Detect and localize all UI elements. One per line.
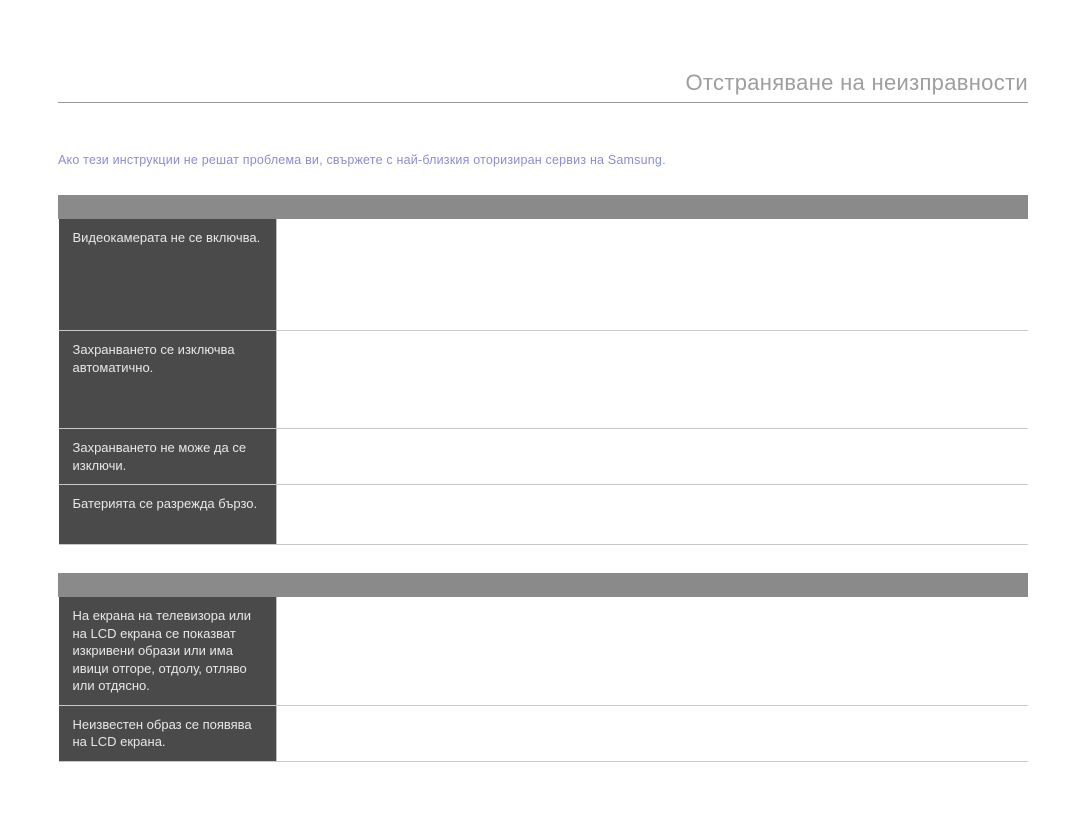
title-rule: Отстраняване на неизправности: [58, 70, 1028, 103]
table2-head-solution: [277, 574, 1028, 597]
solution-cell: [277, 597, 1028, 706]
document-page: Отстраняване на неизправности Ако тези и…: [0, 0, 1080, 802]
solution-cell: [277, 219, 1028, 331]
table-gap: [58, 545, 1028, 573]
table-row: Захранването се изключва автоматично.: [59, 331, 1028, 429]
table1-head-solution: [277, 196, 1028, 219]
solution-cell: [277, 485, 1028, 545]
page-number: [1043, 757, 1046, 769]
troubleshoot-table-2: На екрана на телевизора или на LCD екран…: [58, 573, 1028, 762]
table2-head-row: [59, 574, 1028, 597]
intro-small-text: [58, 131, 1028, 145]
page-title: Отстраняване на неизправности: [685, 70, 1028, 95]
solution-cell: [277, 705, 1028, 761]
solution-cell: [277, 331, 1028, 429]
symptom-cell: Захранването не може да се изключи.: [59, 429, 277, 485]
intro-note: Ако тези инструкции не решат проблема ви…: [58, 153, 1028, 167]
symptom-cell: Захранването се изключва автоматично.: [59, 331, 277, 429]
table2-head-symptom: [59, 574, 277, 597]
table-row: Неизвестен образ се появява на LCD екран…: [59, 705, 1028, 761]
solution-cell: [277, 429, 1028, 485]
symptom-cell: На екрана на телевизора или на LCD екран…: [59, 597, 277, 706]
table1-head-row: [59, 196, 1028, 219]
table-row: Захранването не може да се изключи.: [59, 429, 1028, 485]
symptom-cell: Батерията се разрежда бързо.: [59, 485, 277, 545]
section1-label: [58, 177, 1028, 191]
table-row: Батерията се разрежда бързо.: [59, 485, 1028, 545]
table1-head-symptom: [59, 196, 277, 219]
symptom-cell: Неизвестен образ се появява на LCD екран…: [59, 705, 277, 761]
troubleshoot-table-1: Видеокамерата не се включва. Захранванет…: [58, 195, 1028, 545]
symptom-cell: Видеокамерата не се включва.: [59, 219, 277, 331]
table-row: На екрана на телевизора или на LCD екран…: [59, 597, 1028, 706]
table-row: Видеокамерата не се включва.: [59, 219, 1028, 331]
